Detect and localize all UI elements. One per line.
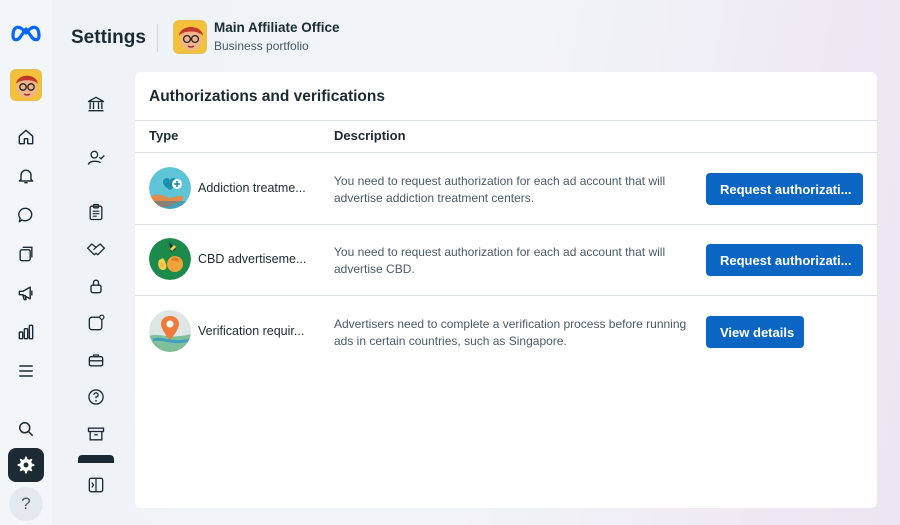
- table-row: Verification requir... Advertisers need …: [135, 296, 877, 367]
- meta-logo-icon[interactable]: [10, 22, 42, 42]
- briefcase-icon[interactable]: [78, 345, 114, 375]
- archive-icon[interactable]: [78, 419, 114, 449]
- row-type-label[interactable]: CBD advertiseme...: [198, 252, 313, 266]
- row-description: You need to request authorization for ea…: [334, 245, 666, 276]
- help-button[interactable]: ?: [9, 487, 43, 521]
- divider: [135, 120, 877, 121]
- avatar[interactable]: [10, 69, 42, 101]
- square-badge-icon[interactable]: [78, 308, 114, 338]
- menu-icon[interactable]: [8, 354, 44, 388]
- portfolio-avatar[interactable]: [173, 20, 207, 54]
- row-description: You need to request authorization for ea…: [334, 174, 666, 205]
- portfolio-subtitle: Business portfolio: [214, 39, 309, 53]
- help-circle-icon[interactable]: [78, 382, 114, 412]
- home-icon[interactable]: [8, 120, 44, 154]
- portfolio-name[interactable]: Main Affiliate Office: [214, 20, 340, 35]
- request-authorization-button[interactable]: Request authorizati...: [706, 173, 863, 205]
- megaphone-icon[interactable]: [8, 276, 44, 310]
- view-details-button[interactable]: View details: [706, 316, 804, 348]
- page-title: Settings: [71, 27, 146, 48]
- lock-icon[interactable]: [78, 271, 114, 301]
- heart-hand-icon: [149, 167, 191, 209]
- sidebar-toggle-icon[interactable]: [78, 470, 114, 500]
- bar-chart-icon[interactable]: [8, 315, 44, 349]
- handshake-icon[interactable]: [78, 234, 114, 264]
- subnav-active-indicator: [78, 455, 114, 463]
- table-row: CBD advertiseme... You need to request a…: [135, 224, 877, 295]
- card-title: Authorizations and verifications: [149, 88, 385, 105]
- pages-icon[interactable]: [8, 237, 44, 271]
- table-row: Addiction treatme... You need to request…: [135, 153, 877, 224]
- row-description: Advertisers need to complete a verificat…: [334, 317, 687, 348]
- header-divider: [157, 24, 158, 52]
- chat-icon[interactable]: [8, 198, 44, 232]
- map-pin-icon: [149, 310, 191, 352]
- row-type-label[interactable]: Addiction treatme...: [198, 181, 313, 195]
- column-header-type: Type: [149, 128, 179, 143]
- left-rail: ?: [0, 0, 52, 525]
- authorizations-card: Authorizations and verifications Type De…: [135, 72, 877, 508]
- bank-icon[interactable]: [78, 89, 114, 119]
- search-icon[interactable]: [8, 412, 44, 446]
- help-icon: ?: [21, 494, 31, 513]
- request-authorization-button[interactable]: Request authorizati...: [706, 244, 863, 276]
- cbd-leaf-icon: [149, 238, 191, 280]
- bell-icon[interactable]: [8, 159, 44, 193]
- clipboard-icon[interactable]: [78, 197, 114, 227]
- row-type-label[interactable]: Verification requir...: [198, 324, 313, 338]
- settings-gear-icon[interactable]: [8, 448, 44, 482]
- column-header-description: Description: [334, 128, 406, 143]
- person-check-icon[interactable]: [78, 143, 114, 173]
